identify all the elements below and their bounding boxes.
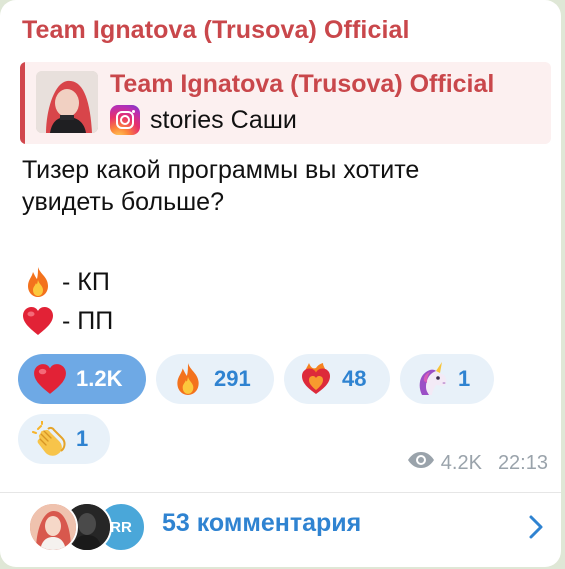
- reply-title: Team Ignatova (Trusova) Official: [110, 70, 495, 98]
- clapping-hands-emoji: [32, 421, 68, 457]
- legend-line-fire: - КП: [22, 266, 110, 298]
- legend-text-kp: - КП: [62, 267, 110, 296]
- fire-emoji: [22, 266, 54, 298]
- reply-preview[interactable]: Team Ignatova (Trusova) Official stories…: [20, 62, 551, 144]
- message-bubble: Team Ignatova (Trusova) Official Team Ig…: [0, 0, 561, 567]
- chevron-right-icon: [526, 513, 546, 541]
- message-text: Тизер какой программы вы хотите увидеть …: [22, 154, 552, 218]
- red-heart-emoji: [32, 361, 68, 397]
- reply-accent-bar: [20, 62, 25, 144]
- avatar: [28, 502, 78, 552]
- message-meta: 4.2K 22:13: [407, 451, 548, 475]
- reaction-fire[interactable]: 291: [156, 354, 274, 404]
- reaction-count: 1: [76, 426, 89, 451]
- message-text-line-1: Тизер какой программы вы хотите: [22, 156, 420, 184]
- message-text-line-2: увидеть больше?: [22, 188, 224, 216]
- reaction-count: 1: [458, 366, 471, 391]
- legend-text-pp: - ПП: [62, 306, 114, 335]
- reaction-heart-on-fire[interactable]: 48: [284, 354, 390, 404]
- reaction-count: 291: [214, 366, 251, 391]
- reaction-heart[interactable]: 1.2K: [18, 354, 146, 404]
- channel-name[interactable]: Team Ignatova (Trusova) Official: [22, 16, 410, 45]
- reaction-unicorn[interactable]: 1: [400, 354, 494, 404]
- unicorn-emoji: [414, 361, 450, 397]
- legend-line-heart: - ПП: [22, 305, 113, 337]
- reaction-clapping[interactable]: 1: [18, 414, 110, 464]
- view-count: 4.2K: [440, 451, 482, 474]
- red-heart-emoji: [22, 305, 54, 337]
- reaction-count: 1.2K: [76, 366, 123, 391]
- instagram-icon: [110, 105, 140, 135]
- reply-subtitle-row: stories Саши: [110, 104, 297, 136]
- reply-thumbnail: [36, 71, 98, 133]
- reaction-count: 48: [342, 366, 367, 391]
- heart-on-fire-emoji: [298, 361, 334, 397]
- comments-button[interactable]: RR 53 комментария: [0, 493, 561, 561]
- eye-icon: [407, 451, 435, 475]
- reply-subtitle: stories Саши: [150, 105, 297, 134]
- message-time: 22:13: [497, 451, 548, 474]
- comments-count-label: 53 комментария: [162, 509, 362, 537]
- commenter-avatars: RR: [28, 502, 148, 552]
- fire-emoji: [170, 361, 206, 397]
